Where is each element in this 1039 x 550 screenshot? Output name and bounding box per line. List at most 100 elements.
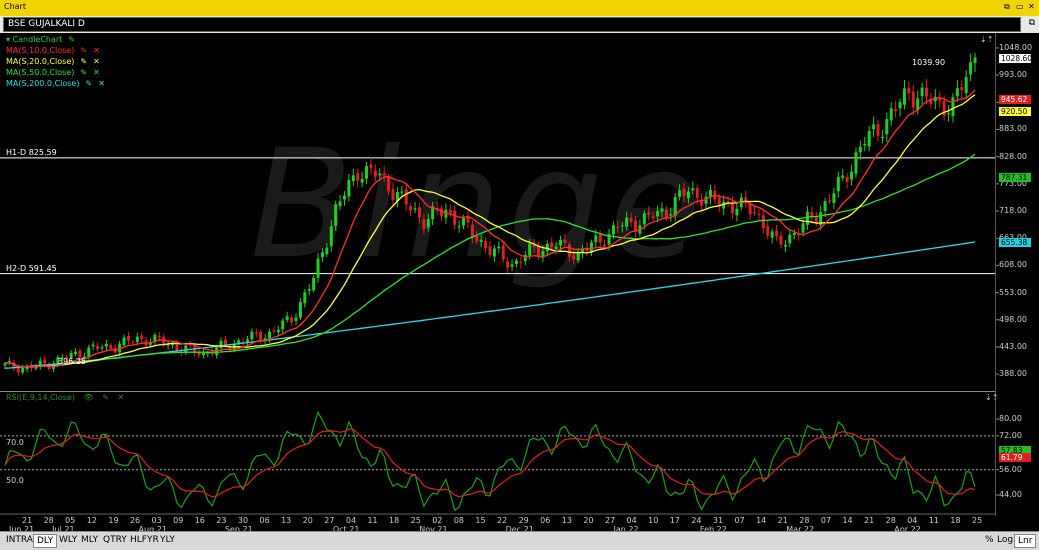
candle-body — [788, 234, 792, 244]
candle-body — [360, 178, 364, 183]
collapse-icon[interactable]: ⇣⇡ — [980, 35, 993, 44]
legend-item[interactable]: MA(S,20.0,Close) ✎ ✕ — [6, 57, 100, 66]
candle-body — [43, 359, 47, 364]
pencil-icon[interactable]: ✎ — [85, 79, 92, 88]
pencil-icon[interactable]: ✎ — [102, 393, 109, 402]
candle-body — [770, 231, 774, 238]
candle-body — [563, 239, 567, 243]
candle-body — [312, 277, 316, 291]
candle-body — [664, 209, 668, 218]
candle-body — [947, 113, 951, 115]
rsi-tick-label: 56.00 — [999, 464, 1022, 474]
rsi-tick-label: 44.00 — [999, 490, 1022, 500]
rsi-legend-label: RSI(E,9,14,Close) — [6, 393, 75, 402]
tab-dly[interactable]: DLY — [33, 534, 58, 548]
candle-body — [237, 340, 241, 344]
candle-body — [748, 203, 752, 215]
candle-body — [298, 302, 302, 318]
x-day-label: 07 — [734, 516, 745, 525]
candle-body — [620, 225, 624, 227]
candle-body — [250, 331, 254, 340]
x-day-label: 11 — [928, 516, 939, 525]
candle-body — [836, 177, 840, 192]
candle-body — [373, 170, 377, 177]
rsi-upper-level: 70.0 — [6, 438, 24, 447]
price-tick-label: 718.00 — [999, 206, 1027, 216]
pencil-icon[interactable]: ✎ — [80, 68, 87, 77]
price-tag: 787.31 — [999, 172, 1031, 182]
tab-qtry[interactable]: QTRY — [100, 534, 130, 546]
candle-body — [369, 164, 373, 168]
rsi-tag: 61.79 — [999, 453, 1031, 463]
x-day-label: 09 — [173, 516, 184, 525]
legend-item[interactable]: MA(S,200.0,Close) ✎ ✕ — [6, 79, 105, 88]
candle-body — [338, 201, 342, 207]
legend-item[interactable]: MA(S,10.0,Close) ✎ ✕ — [6, 46, 100, 55]
delete-icon[interactable]: ✕ — [98, 79, 105, 88]
rsi-tick-label: 72.00 — [999, 430, 1022, 440]
log-scale-button[interactable]: Log — [994, 534, 1016, 546]
tab-intra[interactable]: INTRA — [3, 534, 36, 546]
candle-body — [876, 124, 880, 136]
candle-body — [382, 173, 386, 176]
candle-body — [400, 191, 404, 193]
tab-yly[interactable]: YLY — [157, 534, 178, 546]
pencil-icon[interactable]: ✎ — [68, 35, 75, 44]
legend-label: MA(S,10.0,Close) — [6, 46, 75, 55]
eye-icon[interactable]: 👁 — [84, 393, 94, 402]
collapse-rsi-icon[interactable]: ⇣⇡ — [985, 393, 998, 402]
candle-body — [422, 219, 426, 230]
candle-body — [334, 204, 338, 226]
candle-body — [832, 193, 836, 203]
candle-body — [347, 180, 351, 197]
tab-wly[interactable]: WLY — [56, 534, 80, 546]
candle-body — [598, 234, 602, 243]
candle-body — [501, 245, 505, 260]
candle-body — [651, 216, 655, 219]
candle-body — [603, 244, 607, 247]
candle-body — [766, 226, 770, 236]
candle-body — [594, 235, 598, 242]
candle-body — [135, 336, 139, 343]
x-day-label: 23 — [216, 516, 227, 525]
tab-mly[interactable]: MLY — [78, 534, 101, 546]
x-day-label: 20 — [583, 516, 594, 525]
candle-body — [87, 347, 91, 357]
candle-body — [285, 316, 289, 320]
delete-icon[interactable]: ✕ — [93, 46, 100, 55]
candle-body — [572, 254, 576, 260]
x-day-label: 13 — [281, 516, 292, 525]
candle-body — [902, 88, 906, 105]
candle-body — [259, 331, 263, 341]
candle-body — [823, 201, 827, 212]
delete-icon[interactable]: ✕ — [117, 393, 124, 402]
candle-body — [413, 208, 417, 210]
candle-body — [290, 317, 294, 323]
price-tick-label: 553.00 — [999, 287, 1027, 297]
x-day-label: 06 — [259, 516, 270, 525]
price-tick-label: 993.00 — [999, 70, 1027, 80]
linear-scale-button[interactable]: Lnr — [1014, 534, 1037, 548]
price-tag: 655.38 — [999, 237, 1031, 247]
rsi-lower-level: 50.0 — [6, 476, 24, 485]
delete-icon[interactable]: ✕ — [93, 68, 100, 77]
candle-body — [854, 152, 858, 174]
legend-item[interactable]: ▾ CandleChart ✎ — [6, 35, 75, 44]
hline-label-1: H1-D 825.59 — [6, 147, 57, 157]
price-tag: 1028.60 — [999, 53, 1033, 63]
candle-body — [157, 336, 161, 338]
candle-body — [514, 260, 518, 264]
legend-item[interactable]: MA(S,50.0,Close) ✎ ✕ — [6, 68, 100, 77]
x-day-label: 08 — [453, 516, 464, 525]
ma10-line — [4, 89, 976, 368]
price-tick-label: 443.00 — [999, 341, 1027, 351]
candle-body — [669, 214, 673, 216]
pencil-icon[interactable]: ✎ — [80, 57, 87, 66]
candle-body — [448, 210, 452, 213]
delete-icon[interactable]: ✕ — [93, 57, 100, 66]
pencil-icon[interactable]: ✎ — [80, 46, 87, 55]
chart-canvas[interactable] — [0, 0, 1039, 531]
candle-body — [695, 187, 699, 198]
candle-body — [378, 173, 382, 176]
candle-body — [307, 289, 311, 291]
